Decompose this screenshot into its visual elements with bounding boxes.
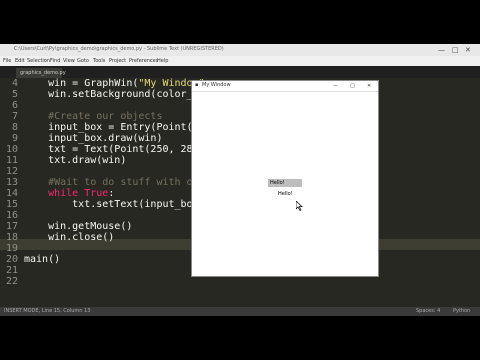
popup-maximize-icon[interactable]: □ [350,82,355,91]
popup-close-icon[interactable]: ✕ [367,82,371,91]
line-number: 22 [5,276,18,287]
code-line: input_box = Entry(Point(250, [24,122,217,133]
line-number: 9 [11,133,18,144]
minimize-icon[interactable]: — [438,45,445,55]
code-line: win.close() [24,232,115,243]
code-line: win = GraphWin("My Window", [24,78,211,89]
code-keyword: True [84,188,109,199]
menu-tools[interactable]: Tools [93,58,105,64]
popup-title: My Window [202,82,231,88]
line-number: 18 [5,232,18,243]
status-syntax[interactable]: Python [453,308,470,314]
menu-help[interactable]: Help [157,58,168,64]
line-number: 17 [5,221,18,232]
maximize-icon[interactable]: □ [452,45,459,55]
entry-input[interactable]: Hello! [268,179,302,187]
status-bar: INSERT MODE, Line 15, Column 13 Spaces: … [0,307,480,316]
code-comment: #Create our objects [24,111,163,122]
menubar: File Edit Selection Find View Goto Tools… [0,56,480,66]
popup-app-icon: ▪ [195,82,199,88]
tab-graphics-demo[interactable]: graphics_demo.py [16,68,66,78]
line-number: 7 [11,111,18,122]
code-line: win.setBackground(color_rgb( [24,89,217,100]
line-number: 14 [5,188,18,199]
code-line: win.getMouse() [24,221,133,232]
line-number: 13 [5,177,18,188]
line-number: 16 [5,210,18,221]
tab-bar: graphics_demo.py [0,66,480,78]
line-number: 11 [5,155,18,166]
line-number: 12 [5,166,18,177]
code-text: : [108,188,115,199]
editor-title: C:\Users\Curt\Py\graphics_demo\graphics_… [14,46,224,52]
popup-minimize-icon[interactable]: — [333,82,338,91]
code-line: input_box.draw(win) [24,133,163,144]
close-icon[interactable]: ✕ [465,45,471,55]
editor-titlebar: C:\Users\Curt\Py\graphics_demo\graphics_… [0,44,480,56]
code-text: win = GraphWin( [24,78,139,89]
mouse-cursor-icon [296,201,303,211]
menu-selection[interactable]: Selection [27,58,50,64]
status-mode: INSERT MODE, Line 15, Column 13 [4,308,91,314]
line-number: 5 [11,89,18,100]
line-number: 19 [5,243,18,254]
menu-edit[interactable]: Edit [15,58,25,64]
code-comment: #Wait to do stuff with our c [24,177,217,188]
line-number: 21 [5,265,18,276]
status-indentation[interactable]: Spaces: 4 [416,308,440,314]
code-line: main() [24,254,61,265]
popup-titlebar: ▪ My Window — □ ✕ [192,81,378,92]
line-number: 20 [5,254,18,265]
menu-preferences[interactable]: Preferences [129,58,158,64]
output-text: Hello! [278,191,293,197]
code-line: txt.setText(input_box.ge [24,199,217,210]
menu-project[interactable]: Project [109,58,126,64]
code-keyword: while [48,188,79,199]
line-number: 4 [11,78,18,89]
menu-view[interactable]: View [63,58,75,64]
menu-goto[interactable]: Goto [77,58,89,64]
line-number: 8 [11,122,18,133]
menu-file[interactable]: File [3,58,11,64]
menu-find[interactable]: Find [50,58,60,64]
graphwin-popup: ▪ My Window — □ ✕ Hello! Hello! [191,80,379,277]
line-number-gutter: 4 5 6 7 8 9 10 11 12 13 14 15 16 17 18 1… [0,78,18,300]
line-number: 15 [5,199,18,210]
code-line: txt.draw(win) [24,155,127,166]
code-line: txt = Text(Point(250, 280), [24,144,211,155]
code-line: while True: [24,188,114,199]
line-number: 6 [11,100,18,111]
line-number: 10 [5,144,18,155]
